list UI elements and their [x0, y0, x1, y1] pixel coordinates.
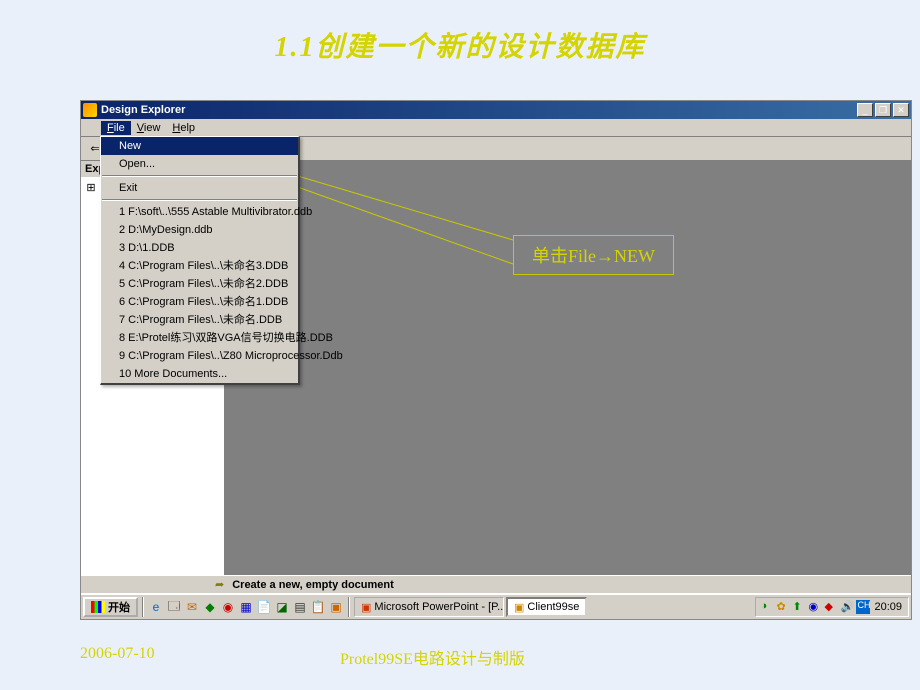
menu-recent-4[interactable]: 4 C:\Program Files\..\未命名3.DDB: [101, 257, 298, 275]
ql-icon-4[interactable]: 📄: [256, 599, 272, 615]
status-text: Create a new, empty document: [232, 579, 394, 591]
menu-recent-6[interactable]: 6 C:\Program Files\..\未命名1.DDB: [101, 293, 298, 311]
expand-icon[interactable]: ⊞: [84, 181, 98, 193]
ql-icon-2[interactable]: ◉: [220, 599, 236, 615]
ime-indicator[interactable]: CH: [856, 600, 870, 614]
close-button[interactable]: ✕: [893, 103, 909, 117]
menu-recent-5[interactable]: 5 C:\Program Files\..\未命名2.DDB: [101, 275, 298, 293]
menu-more-documents[interactable]: 10 More Documents...: [101, 365, 298, 383]
task-client99se[interactable]: ▣ Client99se: [506, 597, 587, 617]
menu-recent-3[interactable]: 3 D:\1.DDB: [101, 239, 298, 257]
taskbar: 开始 e 🗔 ✉ ◆ ◉ ▦ 📄 ◪ ▤ 📋 ▣ ▣ Microsoft Pow…: [81, 593, 911, 619]
outlook-icon[interactable]: ✉: [184, 599, 200, 615]
menu-separator: [102, 175, 297, 177]
window-controls: _ ❐ ✕: [857, 103, 909, 117]
workspace-area: [226, 161, 911, 575]
menu-file[interactable]: File: [101, 121, 131, 135]
footer-date: 2006-07-10: [80, 645, 155, 663]
status-bar: ➦ Create a new, empty document: [81, 575, 911, 593]
task-powerpoint[interactable]: ▣ Microsoft PowerPoint - [P...: [354, 597, 504, 617]
menu-item-new[interactable]: New: [101, 137, 298, 155]
taskbar-separator: [142, 597, 144, 617]
ql-icon-5[interactable]: ◪: [274, 599, 290, 615]
menu-recent-1[interactable]: 1 F:\soft\..\555 Astable Multivibrator.d…: [101, 203, 298, 221]
tray-icon-2[interactable]: ✿: [776, 600, 790, 614]
tray-icon-5[interactable]: ◆: [824, 600, 838, 614]
task-label-1: Microsoft PowerPoint - [P...: [374, 601, 504, 613]
footer-course-title: Protel99SE电路设计与制版: [340, 645, 525, 669]
ql-icon-7[interactable]: 📋: [310, 599, 326, 615]
start-button[interactable]: 开始: [83, 597, 138, 617]
menu-separator: [102, 199, 297, 201]
app-icon: [83, 103, 97, 117]
tray-icon-1[interactable]: ◑: [760, 600, 774, 614]
menu-bar: File View Help: [81, 119, 911, 137]
task-label-2: Client99se: [527, 601, 579, 613]
app-title: Design Explorer: [101, 104, 857, 116]
menu-recent-9[interactable]: 9 C:\Program Files\..\Z80 Microprocessor…: [101, 347, 298, 365]
minimize-button[interactable]: _: [857, 103, 873, 117]
quicklaunch: e 🗔 ✉ ◆ ◉ ▦ 📄 ◪ ▤ 📋 ▣: [148, 599, 344, 615]
menu-help[interactable]: Help: [166, 121, 201, 135]
menu-recent-7[interactable]: 7 C:\Program Files\..\未命名.DDB: [101, 311, 298, 329]
clock[interactable]: 20:09: [872, 601, 904, 613]
instruction-callout: 单击File→NEW: [513, 235, 674, 275]
ql-icon-1[interactable]: ◆: [202, 599, 218, 615]
taskbar-separator-2: [348, 597, 350, 617]
menu-recent-8[interactable]: 8 E:\Protel练习\双路VGA信号切换电路.DDB: [101, 329, 298, 347]
maximize-button[interactable]: ❐: [875, 103, 891, 117]
file-dropdown-menu: New Open... Exit 1 F:\soft\..\555 Astabl…: [100, 136, 300, 385]
protel-icon: ▣: [514, 601, 524, 614]
tray-icon-4[interactable]: ◉: [808, 600, 822, 614]
title-bar: Design Explorer _ ❐ ✕: [81, 101, 911, 119]
system-tray: ◑ ✿ ⬆ ◉ ◆ 🔊 CH 20:09: [755, 597, 909, 617]
menu-item-exit[interactable]: Exit: [101, 179, 298, 197]
start-label: 开始: [108, 599, 130, 615]
tray-volume-icon[interactable]: 🔊: [840, 600, 854, 614]
ie-icon[interactable]: e: [148, 599, 164, 615]
ql-icon-6[interactable]: ▤: [292, 599, 308, 615]
menu-system-icon[interactable]: [83, 121, 99, 135]
tray-icon-3[interactable]: ⬆: [792, 600, 806, 614]
slide-title: 1.1创建一个新的设计数据库: [0, 0, 920, 85]
ql-icon-3[interactable]: ▦: [238, 599, 254, 615]
menu-item-open[interactable]: Open...: [101, 155, 298, 173]
desktop-icon[interactable]: 🗔: [166, 599, 182, 615]
status-icon: ➦: [215, 578, 224, 591]
menu-view[interactable]: View: [131, 121, 167, 135]
menu-recent-2[interactable]: 2 D:\MyDesign.ddb: [101, 221, 298, 239]
ql-icon-8[interactable]: ▣: [328, 599, 344, 615]
windows-flag-icon: [91, 601, 105, 613]
powerpoint-icon: ▣: [361, 601, 371, 614]
